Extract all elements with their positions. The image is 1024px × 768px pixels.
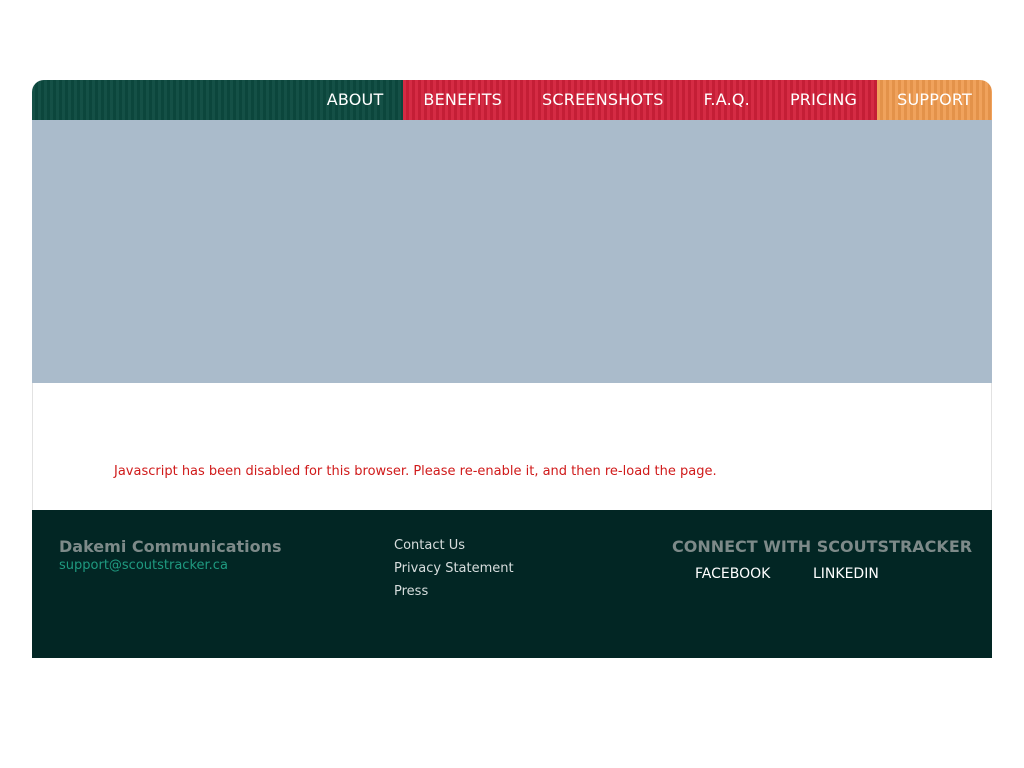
nav-item-screenshots[interactable]: SCREENSHOTS <box>522 80 684 120</box>
site-footer: Dakemi Communications support@scoutstrac… <box>32 510 992 658</box>
footer-linkedin-link[interactable]: LINKEDIN <box>813 566 879 582</box>
site-frame: ABOUT BENEFITS SCREENSHOTS F.A.Q. PRICIN… <box>32 80 992 658</box>
hero-banner <box>32 120 992 383</box>
footer-link-contact-us[interactable]: Contact Us <box>394 538 514 561</box>
nav-red-section: BENEFITS SCREENSHOTS F.A.Q. PRICING <box>403 80 878 120</box>
main-nav: ABOUT BENEFITS SCREENSHOTS F.A.Q. PRICIN… <box>32 80 992 120</box>
footer-connect-title: CONNECT WITH SCOUTSTRACKER <box>672 537 973 556</box>
footer-support-email-link[interactable]: support@scoutstracker.ca <box>59 558 228 573</box>
nav-item-benefits[interactable]: BENEFITS <box>403 80 522 120</box>
nav-item-faq[interactable]: F.A.Q. <box>684 80 770 120</box>
nav-item-about[interactable]: ABOUT <box>307 80 404 120</box>
nav-item-support[interactable]: SUPPORT <box>877 80 992 120</box>
footer-link-press[interactable]: Press <box>394 584 514 607</box>
nav-item-pricing[interactable]: PRICING <box>770 80 877 120</box>
nav-orange-section: SUPPORT <box>877 80 992 120</box>
page: ABOUT BENEFITS SCREENSHOTS F.A.Q. PRICIN… <box>0 0 1024 768</box>
main-content: Javascript has been disabled for this br… <box>32 383 992 510</box>
footer-links: Contact Us Privacy Statement Press <box>394 538 514 607</box>
nav-green-section: ABOUT <box>32 80 404 120</box>
footer-link-privacy-statement[interactable]: Privacy Statement <box>394 561 514 584</box>
footer-facebook-link[interactable]: FACEBOOK <box>695 566 770 582</box>
footer-company-name: Dakemi Communications <box>59 537 282 556</box>
javascript-disabled-warning: Javascript has been disabled for this br… <box>114 464 717 479</box>
